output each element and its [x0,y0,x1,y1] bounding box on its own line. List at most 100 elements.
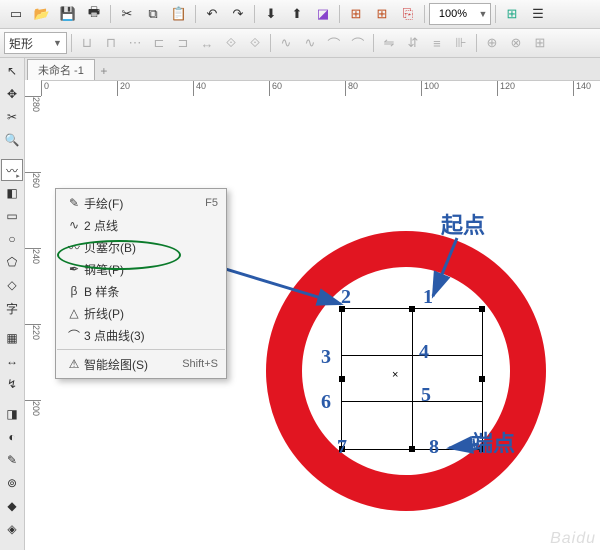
anno-number: 8 [429,436,439,459]
app-launch-icon[interactable]: ⊞ [344,2,368,26]
rectangle-tool-icon[interactable]: ▭ [1,205,23,227]
pdf-icon[interactable]: ⎘ [396,2,420,26]
menu-label: 手绘(F) [84,195,205,212]
freehand-tool-icon[interactable]: 〰▸ [1,159,23,181]
new-doc-icon[interactable]: ▭ [4,2,28,26]
separator [373,34,374,52]
export-icon[interactable]: ⬆ [285,2,309,26]
selection-handle[interactable] [339,376,345,382]
chevron-down-icon[interactable]: ▼ [476,9,490,19]
chevron-down-icon[interactable]: ▼ [53,38,62,48]
node-icon: ⟐ [244,32,266,54]
menu-item-bspline[interactable]: β B 样条 [56,280,226,302]
separator [254,5,255,23]
polygon-tool-icon[interactable]: ⬠ [1,251,23,273]
smartfill-tool-icon[interactable]: ◧ [1,182,23,204]
table-tool-icon[interactable]: ▦ [1,327,23,349]
zoom-input[interactable] [430,7,476,21]
curve-icon: ∿ [275,32,297,54]
ruler-origin[interactable] [25,80,42,97]
menu-item-3pointcurve[interactable]: ⌒ 3 点曲线(3) [56,324,226,346]
publish-icon[interactable]: ◪ [311,2,335,26]
cut-icon[interactable]: ✂ [115,2,139,26]
menu-item-smartdraw[interactable]: ⚠ 智能绘图(S) Shift+S [56,353,226,375]
dimension-tool-icon[interactable]: ↔ [1,350,23,372]
ruler-tick: 60 [269,81,282,97]
zoom-level-combo[interactable]: ▼ [429,3,491,25]
save-icon[interactable]: 💾 [56,2,80,26]
preset-shape-combo[interactable]: 矩形 ▼ [4,32,67,54]
ruler-tick: 240 [25,248,41,264]
menu-item-2pointline[interactable]: ∿ 2 点线 [56,214,226,236]
anno-number: 6 [321,391,331,414]
zoom-tool-icon[interactable]: 🔍 [1,129,23,151]
anno-number: 3 [321,346,331,369]
separator [195,5,196,23]
freehand-icon: ✎ [64,196,84,210]
annotation-ellipse [57,240,181,270]
connector-tool-icon[interactable]: ↯ [1,373,23,395]
selection-handle[interactable] [409,306,415,312]
misc-icon: ⊞ [529,32,551,54]
menu-item-polyline[interactable]: △ 折线(P) [56,302,226,324]
vertical-ruler[interactable]: 280 260 240 220 200 [25,96,42,550]
separator [71,34,72,52]
threepoint-icon: ⌒ [64,327,84,344]
smartdraw-icon: ⚠ [64,357,84,371]
selection-handle[interactable] [409,446,415,452]
options-icon[interactable]: ☰ [526,2,550,26]
outline-tool-icon[interactable]: ⊚ [1,472,23,494]
ruler-tick: 220 [25,324,41,340]
property-bar: 矩形 ▼ ⊔ ⊓ ⋯ ⊏ ⊐ ↔ ⟐ ⟐ ∿ ∿ ⌒ ⌒ ⇋ ⇵ ≡ ⊪ ⊕ ⊗… [0,29,600,58]
menu-shortcut: F5 [205,197,218,209]
anno-number: 5 [421,384,431,407]
anno-number: 2 [341,286,351,309]
interactive-fill-icon[interactable]: ◈ [1,518,23,540]
twopoint-icon: ∿ [64,218,84,232]
print-icon[interactable]: 🖶 [82,2,106,26]
anno-number: 4 [419,341,429,364]
pick-tool-icon[interactable]: ↖ [1,60,23,82]
ruler-tick: 260 [25,172,41,188]
align-icon: ⋯ [124,32,146,54]
snap-icon[interactable]: ⊞ [500,2,524,26]
selection-handle[interactable] [479,376,485,382]
selected-grid-object[interactable]: × [341,308,483,450]
bspline-icon: β [64,284,84,298]
separator [424,5,425,23]
align-icon: ≡ [426,32,448,54]
text-tool-icon[interactable]: 字 [1,297,23,319]
paste-icon[interactable]: 📋 [167,2,191,26]
selection-handle[interactable] [479,306,485,312]
separator [476,34,477,52]
ruler-tick: 40 [193,81,206,97]
shape-tool-icon[interactable]: ✥ [1,83,23,105]
node-icon: ⟐ [220,32,242,54]
menu-item-freehand[interactable]: ✎ 手绘(F) F5 [56,192,226,214]
open-icon[interactable]: 📂 [30,2,54,26]
undo-icon[interactable]: ↶ [200,2,224,26]
align-icon: ⊏ [148,32,170,54]
ellipse-tool-icon[interactable]: ○ [1,228,23,250]
document-tab-bar: 未命名 -1 + [25,58,600,81]
blend-tool-icon[interactable]: ◨ [1,403,23,425]
basicshape-tool-icon[interactable]: ◇ [1,274,23,296]
document-tab[interactable]: 未命名 -1 [27,59,95,80]
eyedrop-tool-icon[interactable]: ✎ [1,449,23,471]
crop-tool-icon[interactable]: ✂ [1,106,23,128]
workspace: ↖ ✥ ✂ 🔍 〰▸ ◧ ▭ ○ ⬠ ◇ 字 ▦ ↔ ↯ ◨ ◐ ✎ ⊚ ◆ ◈… [0,58,600,550]
import-icon[interactable]: ⬇ [259,2,283,26]
transparency-tool-icon[interactable]: ◐ [1,426,23,448]
fill-tool-icon[interactable]: ◆ [1,495,23,517]
reflect-icon: ⇵ [402,32,424,54]
curve-tool-flyout: ✎ 手绘(F) F5 ∿ 2 点线 〰 贝塞尔(B) ✒ 钢笔(P) β B 样… [55,188,227,379]
copy-icon[interactable]: ⧉ [141,2,165,26]
menu-label: 3 点曲线(3) [84,327,218,344]
selection-center-icon: × [392,369,398,381]
menu-label: B 样条 [84,283,218,300]
app-launch2-icon[interactable]: ⊞ [370,2,394,26]
grid-line [412,309,413,449]
redo-icon[interactable]: ↷ [226,2,250,26]
new-tab-button[interactable]: + [95,62,113,80]
polyline-icon: △ [64,306,84,320]
